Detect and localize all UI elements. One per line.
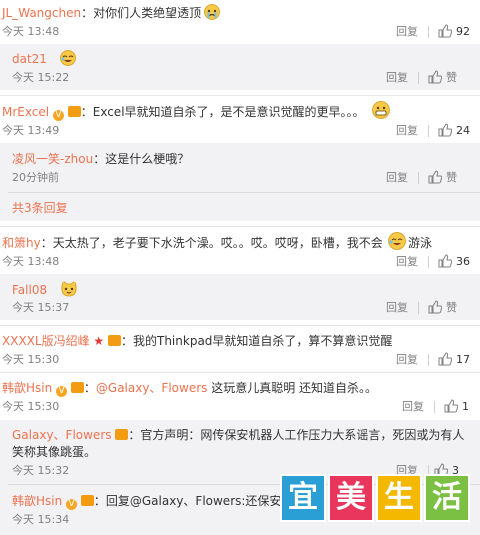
member-crown-icon [80, 495, 94, 506]
comment-5-like-icon[interactable] [444, 399, 458, 413]
action-divider [428, 256, 429, 268]
sub-reply-5-username[interactable]: 韩歆Hsin [12, 494, 62, 508]
grinning-emoji-icon [372, 101, 390, 119]
verified-badge-icon: V [66, 499, 78, 510]
member-crown-icon [67, 106, 81, 117]
comment-5-username[interactable]: 韩歆Hsin [2, 381, 52, 395]
sub-reply-1-like-label[interactable]: 赞 [446, 70, 457, 86]
sub-reply-4-username[interactable]: Galaxy、Flowers [12, 428, 112, 442]
comment-2-like-count: 24 [456, 124, 470, 137]
comment-2-like-icon[interactable] [438, 123, 452, 137]
comment-5-line: 韩歆Hsin V ：@Galaxy、Flowers 这玩意儿真聪明 还知道自杀。… [2, 380, 377, 397]
comment-5-mention-link[interactable]: @Galaxy、Flowers [96, 381, 208, 395]
comment-1-reply-button[interactable]: 回复 [396, 24, 418, 40]
sub-reply-1-like-icon[interactable] [428, 70, 442, 84]
sub-reply-5-text: ：回复@Galaxy、Flowers:还保安 [93, 494, 282, 508]
sub-reply-2-time: 20分钟前 [12, 171, 59, 184]
sub-reply-4-line: Galaxy、Flowers ：官方声明：网传保安机器人工作压力大系谣言，死因或… [12, 427, 464, 443]
watermark-char: 活 [424, 474, 470, 522]
comment-divider [0, 372, 480, 373]
sub-reply-2-like-label[interactable]: 赞 [446, 170, 457, 186]
sub-reply-2-username[interactable]: 凌风一笑-zhou [12, 152, 93, 166]
comment-1-like-count: 92 [456, 25, 470, 38]
sub-reply-1-username[interactable]: dat21 [12, 51, 47, 67]
sub-reply-3-like-label[interactable]: 赞 [446, 300, 457, 316]
comment-2-time: 今天 13:49 [2, 124, 60, 137]
watermark-char: 生 [376, 474, 422, 522]
comment-divider [0, 95, 480, 96]
sub-reply-5-time: 今天 15:34 [12, 513, 70, 526]
comment-2-text: ：Excel早就知道自杀了，是不是意识觉醒的更早。。。 [80, 105, 365, 119]
comment-1-text: ：对你们人类绝望透顶 [81, 6, 202, 20]
comment-divider [0, 226, 480, 227]
comment-4-time: 今天 15:30 [2, 353, 60, 366]
comment-2-line: MrExcel V ：Excel早就知道自杀了，是不是意识觉醒的更早。。。 [2, 104, 365, 121]
verified-badge-icon: V [52, 110, 64, 121]
crying-emoji-icon [204, 4, 220, 20]
comment-1-line: JL_Wangchen：对你们人类绝望透顶 [2, 5, 201, 21]
comment-3-line: 和箫hy：天太热了，老子要下水洗个澡。哎。。哎。哎呀，卧槽，我不会 [2, 235, 383, 251]
comment-4-like-count: 17 [456, 353, 470, 366]
comment-1-like-icon[interactable] [438, 24, 452, 38]
sub-reply-1-reply-button[interactable]: 回复 [386, 70, 408, 86]
comment-3-username[interactable]: 和箫hy [2, 236, 41, 250]
watermark-logo: 宜 美 生 活 [280, 474, 472, 522]
comment-1-username[interactable]: JL_Wangchen [2, 6, 81, 20]
comment-4-text: ：我的Thinkpad早就知道自杀了，算不算意识觉醒 [121, 334, 393, 348]
sub-reply-2-text: ：这是什么梗哦？ [93, 152, 190, 166]
sub-reply-3-like-icon[interactable] [428, 300, 442, 314]
action-divider [418, 72, 419, 84]
comment-5-time: 今天 15:30 [2, 400, 60, 413]
expand-replies-link[interactable]: 共3条回复 [12, 200, 68, 216]
sub-reply-3-username[interactable]: Fall08 [12, 282, 47, 298]
comment-4-like-icon[interactable] [438, 352, 452, 366]
watermark-char: 美 [328, 474, 374, 522]
sub-reply-5-line: 韩歆Hsin V ：回复@Galaxy、Flowers:还保安 [12, 493, 281, 510]
action-divider [418, 172, 419, 184]
star-badge-icon: ★ [93, 334, 105, 348]
comment-1-time: 今天 13:48 [2, 25, 60, 38]
comment-5-like-count: 1 [462, 400, 469, 413]
sub-reply-1-time: 今天 15:22 [12, 71, 70, 84]
comment-3-text-tail: 游泳 [408, 236, 433, 250]
cat-face-emoji-icon [61, 280, 77, 297]
comment-3-like-count: 36 [456, 255, 470, 268]
comment-4-username[interactable]: XXXXL版冯绍峰 [2, 334, 90, 348]
sub-reply-4-text: ：官方声明：网传保安机器人工作压力大系谣言，死因或为有人 [128, 428, 465, 442]
sub-divider [8, 192, 480, 193]
action-divider [428, 26, 429, 38]
comment-2-reply-button[interactable]: 回复 [396, 123, 418, 139]
member-crown-icon [108, 335, 121, 346]
laughing-tears-emoji-icon [388, 232, 406, 250]
comment-5-reply-button[interactable]: 回复 [402, 399, 424, 415]
watermark-char: 宜 [280, 474, 326, 522]
comment-3-reply-button[interactable]: 回复 [396, 254, 418, 270]
sub-reply-2-line: 凌风一笑-zhou：这是什么梗哦？ [12, 151, 189, 167]
comment-5-text-prefix: ： [83, 381, 96, 395]
comment-3-like-icon[interactable] [438, 254, 452, 268]
comment-2-username[interactable]: MrExcel [2, 105, 49, 119]
member-crown-icon [115, 429, 129, 440]
action-divider [428, 125, 429, 137]
sub-reply-2-like-icon[interactable] [428, 170, 442, 184]
verified-badge-icon: V [56, 386, 68, 397]
comment-4-line: XXXXL版冯绍峰 ★ ：我的Thinkpad早就知道自杀了，算不算意识觉醒 [2, 333, 392, 349]
sub-reply-3-time: 今天 15:37 [12, 301, 70, 314]
comment-4-reply-button[interactable]: 回复 [396, 352, 418, 368]
action-divider [434, 401, 435, 413]
comment-3-text: ：天太热了，老子要下水洗个澡。哎。。哎。哎呀，卧槽，我不会 [40, 236, 383, 250]
comment-divider [0, 325, 480, 326]
member-crown-icon [70, 382, 84, 393]
comment-3-time: 今天 13:48 [2, 255, 60, 268]
sub-reply-3-reply-button[interactable]: 回复 [386, 300, 408, 316]
laughing-emoji-icon [60, 50, 76, 66]
sub-reply-2-reply-button[interactable]: 回复 [386, 170, 408, 186]
action-divider [428, 354, 429, 366]
action-divider [418, 302, 419, 314]
comment-5-text: 这玩意儿真聪明 还知道自杀。。 [207, 381, 378, 395]
sub-reply-4-text-line-2: 笑称其像跳蛋。 [12, 445, 97, 459]
sub-reply-4-time: 今天 15:32 [12, 464, 70, 477]
